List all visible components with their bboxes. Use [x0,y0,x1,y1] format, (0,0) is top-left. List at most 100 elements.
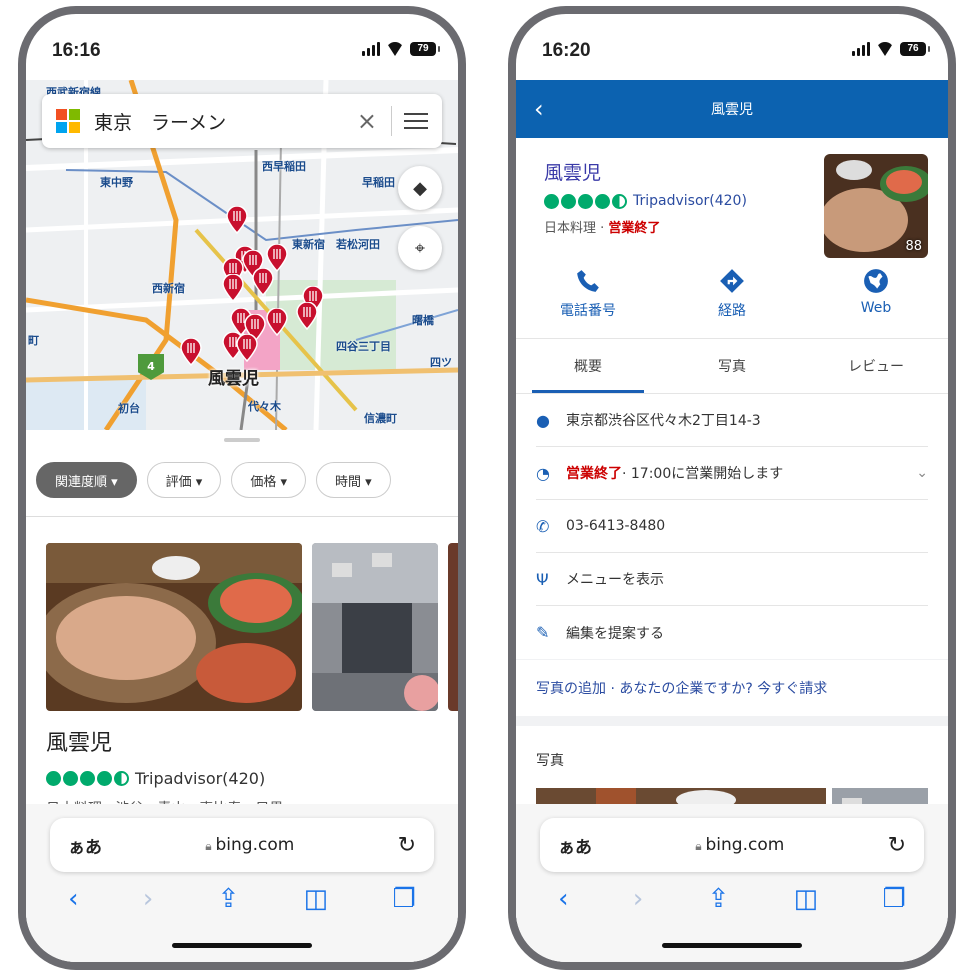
result-rating: Tripadvisor(420) [26,757,458,788]
signal-icon [362,42,380,56]
map-label: 東新宿 [292,238,325,251]
clock-icon: ◔ [536,463,550,483]
menu-icon[interactable] [404,113,428,129]
rating-dots-icon [544,193,627,209]
suggest-edit-row[interactable]: ✎ 編集を提案する [536,606,928,659]
suggest-edit-link: 編集を提案する [566,625,664,642]
tabs-icon[interactable]: ❐ [883,884,906,914]
phone-number: 03-6413-8480 [566,518,666,534]
restaurant-pin-icon[interactable] [226,206,248,234]
map-label: 代々木 [248,400,281,413]
result-photos[interactable] [26,517,458,711]
hours-row[interactable]: ◔ 営業終了 · 17:00に営業開始します ⌄ [536,447,928,500]
result-name[interactable]: 風雲児 [26,711,458,757]
chip-price[interactable]: 価格 ▾ [231,462,307,498]
detail-tabs: 概要 写真 レビュー [516,338,948,394]
filter-chips: 関連度順 ▾ 評価 ▾ 価格 ▾ 時間 ▾ [26,442,458,498]
restaurant-pin-icon[interactable] [252,268,274,296]
map-label: 曙橋 [412,314,434,327]
open-state: 営業終了 [608,221,661,236]
chevron-down-icon[interactable]: ⌄ [916,465,928,481]
share-icon[interactable]: ⇪ [708,884,730,914]
web-action-button[interactable]: Web [831,268,921,320]
tab-reviews[interactable]: レビュー [804,339,948,393]
restaurant-pin-icon[interactable] [296,302,318,330]
phone-right: 16:20 76 ‹ 風雲児 風雲児 Tripadvisor(420) 日本料理… [508,6,956,970]
hours-state: 営業終了 [566,466,622,482]
map-label: 早稲田 [362,176,395,189]
rating-dots-icon [46,771,129,786]
globe-icon [864,269,888,293]
bookmarks-icon[interactable]: ◫ [304,884,329,914]
web-action-label: Web [860,300,892,316]
reload-icon[interactable]: ↻ [398,833,416,858]
status-time: 16:16 [52,40,101,61]
forward-icon[interactable]: › [633,884,643,914]
url-text[interactable]: 🔒︎ bing.com [102,835,398,855]
map-label: 四ツ [430,356,452,369]
result-photo-storefront[interactable] [312,543,438,711]
restaurant-pin-icon[interactable] [236,334,258,362]
map-label: 四谷三丁目 [336,340,391,353]
bookmarks-icon[interactable]: ◫ [794,884,819,914]
reader-options-button[interactable]: ぁあ [68,833,102,858]
locate-icon[interactable]: ⌖ [398,226,442,270]
map-label: 町 [28,334,39,347]
reload-icon[interactable]: ↻ [888,833,906,858]
action-buttons: 電話番号 経路 Web [516,268,948,320]
map-view[interactable]: 西武新宿線 西早稲田 東中野 早稲田 西新宿 東新宿 若松河田 曙橋 四谷三丁目… [26,80,458,430]
menu-row[interactable]: Ψ メニューを表示 [536,553,928,606]
back-icon[interactable]: ‹ [68,884,78,914]
rating-source[interactable]: Tripadvisor(420) [135,769,265,788]
place-thumbnail[interactable]: 88 [824,154,928,258]
photos-heading: 写真 [536,753,564,769]
food-photo-image [46,543,302,711]
result-photo-more[interactable] [448,543,458,711]
reader-options-button[interactable]: ぁあ [558,833,592,858]
forward-icon[interactable]: › [143,884,153,914]
status-bar: 16:20 76 [516,14,948,80]
storefront-photo-image [312,543,438,711]
phone-icon: ✆ [536,516,550,536]
owner-links[interactable]: 写真の追加 · あなたの企業ですか? 今すぐ請求 [516,660,948,716]
search-query[interactable]: 東京 ラーメン [94,108,357,135]
chip-hours[interactable]: 時間 ▾ [316,462,391,498]
page-header: ‹ 風雲児 [516,80,948,138]
restaurant-pin-icon[interactable] [180,338,202,366]
phone-action-button[interactable]: 電話番号 [543,268,633,320]
map-search-box[interactable]: 東京 ラーメン × [42,94,442,148]
directions-action-button[interactable]: 経路 [687,268,777,320]
share-icon[interactable]: ⇪ [218,884,240,914]
map-label: 西新宿 [152,282,185,295]
battery-icon: 76 [900,42,930,56]
url-label: bing.com [215,835,295,855]
tab-photos[interactable]: 写真 [660,339,804,393]
back-button[interactable]: ‹ [534,95,544,123]
result-photo-food[interactable] [46,543,302,711]
home-indicator[interactable] [172,943,312,948]
map-label: 初台 [118,402,140,415]
rating-source[interactable]: Tripadvisor(420) [633,193,747,209]
detail-rows: ● 東京都渋谷区代々木2丁目14-3 ◔ 営業終了 · 17:00に営業開始しま… [516,394,948,659]
url-text[interactable]: 🔒︎ bing.com [592,835,888,855]
address-row[interactable]: ● 東京都渋谷区代々木2丁目14-3 [536,394,928,447]
chip-relevance[interactable]: 関連度順 ▾ [36,462,137,498]
home-indicator[interactable] [662,943,802,948]
restaurant-pin-icon[interactable] [222,274,244,302]
address-bar[interactable]: ぁあ 🔒︎ bing.com ↻ [50,818,434,872]
address-bar[interactable]: ぁあ 🔒︎ bing.com ↻ [540,818,924,872]
phone-icon [577,270,599,292]
chip-rating[interactable]: 評価 ▾ [146,462,222,498]
tab-overview[interactable]: 概要 [516,339,660,393]
map-label: 西早稲田 [262,160,306,173]
selected-pin-label: 風雲児 [208,369,259,389]
back-icon[interactable]: ‹ [558,884,568,914]
safari-toolbar: ぁあ 🔒︎ bing.com ↻ ‹ › ⇪ ◫ ❐ [516,804,948,962]
restaurant-pin-icon[interactable] [266,308,288,336]
phone-row[interactable]: ✆ 03-6413-8480 [536,500,928,553]
status-bar: 16:16 79 [26,14,458,80]
layers-icon[interactable]: ◆ [398,166,442,210]
tabs-icon[interactable]: ❐ [393,884,416,914]
utensils-icon: Ψ [536,569,549,589]
clear-icon[interactable]: × [357,107,377,135]
